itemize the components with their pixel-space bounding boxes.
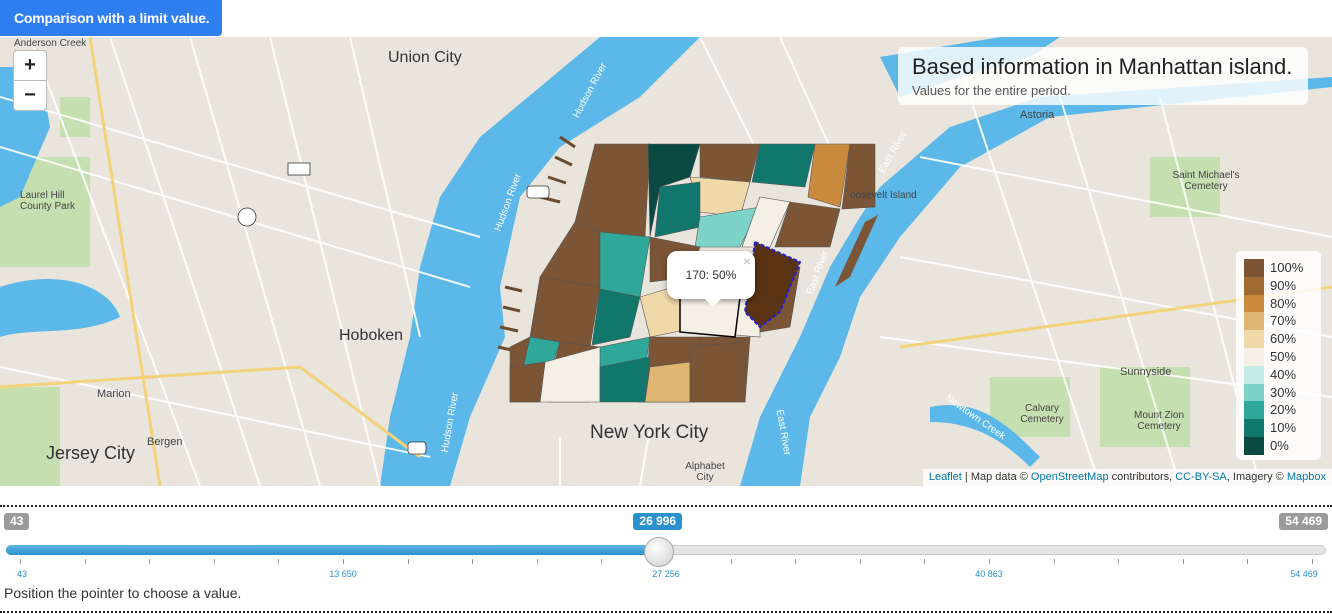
legend-label: 20% [1270,402,1297,418]
comparison-mode-button[interactable]: Comparison with a limit value. [0,0,222,36]
zoom-in-button[interactable]: + [13,50,47,81]
zoom-out-button[interactable]: − [13,80,47,111]
info-subtitle: Values for the entire period. [912,83,1071,98]
slider-tick-label: 40 863 [975,569,1003,579]
slider-handle[interactable] [644,537,675,567]
slider-tick [407,559,409,564]
label-roosevelt-island: oosevelt Island [850,190,917,201]
popup-text: 170: 50% [685,268,737,282]
legend-label: 40% [1270,366,1297,382]
legend-swatch [1244,419,1264,438]
label-saint-michaels: Saint Michael's Cemetery [1172,170,1240,192]
legend-label: 10% [1270,420,1297,436]
slider-current-badge: 26 996 [633,513,683,530]
slider-tick-label: 43 [16,569,28,579]
legend-label: 70% [1270,313,1297,329]
slider-tick [1053,559,1055,564]
label-jersey-city: Jersey City [46,443,136,463]
legend-label: 80% [1270,295,1297,311]
label-hoboken: Hoboken [339,327,404,344]
legend-swatch [1244,437,1264,455]
legend-swatch [1244,348,1264,366]
legend-label: 50% [1270,349,1297,364]
legend-swatch [1244,312,1264,331]
slider-tick-label: 27 256 [652,569,680,579]
slider-tick [1182,559,1184,564]
legend-swatch [1244,401,1264,420]
slider-tick [20,559,21,564]
slider-tick-label: 54 469 [1290,569,1318,579]
label-new-york-city: New York City [590,422,709,443]
slider-tick [278,559,280,564]
label-bergen: Bergen [147,436,183,448]
slider-tick-label: 13 650 [329,569,357,579]
label-union-city: Union City [388,49,462,66]
leaflet-link[interactable]: Leaflet [929,471,962,483]
slider-max-badge: 54 469 [1279,513,1328,530]
legend-swatch [1244,365,1264,384]
legend: 100% 90% 80% 70% 60% 50% 40% 30% 20% 10% 0% [1236,251,1321,460]
slider-tick [1118,559,1120,564]
info-title: Based information in Manhattan island. [912,54,1293,79]
legend-label: 100% [1270,260,1304,275]
info-panel: Based information in Manhattan island. V… [898,47,1308,105]
map-popup: 170: 50% × [667,251,755,299]
label-laurel-hill: Laurel Hill County Park [20,190,76,212]
slider-hint: Position the pointer to choose a value. [4,585,242,601]
legend-label: 60% [1270,331,1297,347]
slider-min-badge: 43 [4,513,30,530]
slider-tick [536,559,538,564]
popup-tip [703,297,723,307]
legend-swatch [1244,383,1264,402]
attribution-text-3: , Imagery © [1226,471,1287,483]
slider-tick [924,559,926,564]
legend-swatch [1244,294,1264,313]
slider-tick [795,559,797,564]
attribution-text-1: | Map data © [961,471,1031,483]
label-astoria: Astoria [1020,109,1055,121]
cc-by-sa-link[interactable]: CC-BY-SA [1175,471,1227,483]
map-view[interactable]: Union City Hoboken Jersey City New York … [0,37,1332,486]
slider-tick [84,559,86,564]
slider-tick [149,559,151,564]
slider-tick [472,559,474,564]
slider-tick [989,559,990,564]
slider-tick [601,559,603,564]
slider-tick [859,559,861,564]
label-sunnyside: Sunnyside [1120,366,1172,378]
slider-tick [1312,559,1313,564]
legend-label: 90% [1270,277,1297,293]
label-alphabet-city: Alphabet City [685,461,725,483]
slider-tick [213,559,215,564]
popup-close-button[interactable]: × [743,237,751,285]
osm-link[interactable]: OpenStreetMap [1031,471,1109,483]
legend-swatch [1244,330,1264,349]
legend-swatch [1244,276,1264,295]
label-mount-zion: Mount Zion Cemetery [1133,410,1185,432]
slider-fill [6,545,660,555]
legend-label: 30% [1270,384,1297,400]
value-slider-panel: 43 26 996 54 469 43 13 650 27 256 40 863 54 … [0,505,1332,613]
legend-swatch [1244,259,1264,277]
map-attribution: Leaflet | Map data © OpenStreetMap contr… [922,469,1332,486]
legend-label: 0% [1270,438,1289,453]
slider-tick [343,559,344,564]
label-calvary: Calvary Cemetery [1020,403,1064,425]
slider-tick [730,559,732,564]
mapbox-link[interactable]: Mapbox [1287,471,1326,483]
label-marion: Marion [97,388,131,400]
attribution-text-2: contributors, [1108,471,1176,483]
slider-tick [1247,559,1249,564]
